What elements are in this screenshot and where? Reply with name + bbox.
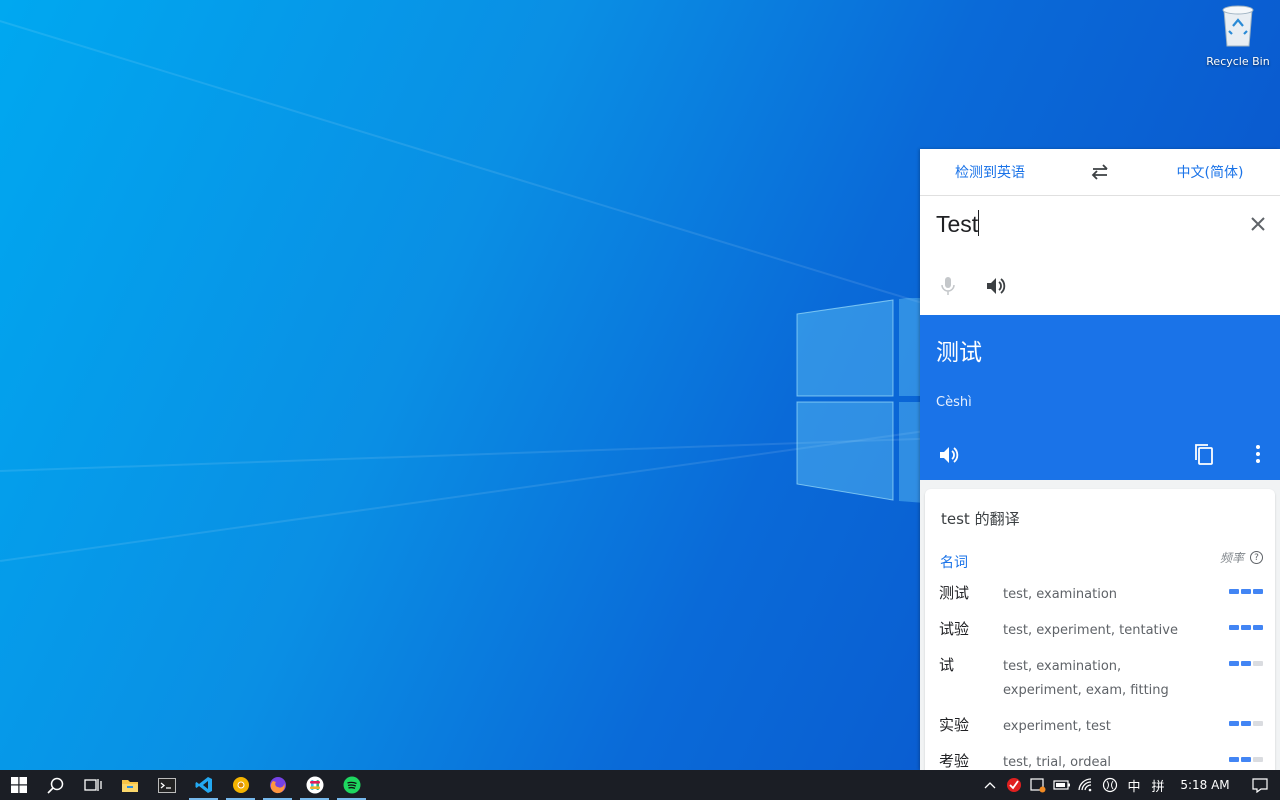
entry-meanings: test, examination, experiment, exam, fit… bbox=[1003, 659, 1169, 698]
terminal-button[interactable] bbox=[148, 770, 185, 800]
terminal-icon bbox=[157, 777, 176, 793]
source-language-button[interactable]: 检测到英语 bbox=[920, 162, 1060, 182]
frequency-bar bbox=[1253, 661, 1263, 666]
slack-icon bbox=[306, 776, 323, 794]
frequency-bar bbox=[1253, 589, 1263, 594]
app-badge-icon bbox=[1030, 778, 1046, 793]
chrome-icon bbox=[232, 777, 249, 793]
swap-icon bbox=[1091, 164, 1108, 180]
dictionary-title: test 的翻译 bbox=[941, 510, 1020, 528]
frequency-meter bbox=[1229, 721, 1263, 726]
clear-icon[interactable] bbox=[1250, 216, 1266, 232]
frequency-meter bbox=[1229, 589, 1263, 594]
slack-button[interactable] bbox=[296, 770, 333, 800]
frequency-meter bbox=[1229, 757, 1263, 762]
frequency-bar bbox=[1241, 661, 1251, 666]
microphone-icon[interactable] bbox=[940, 276, 956, 296]
target-language-button[interactable]: 中文(简体) bbox=[1140, 162, 1280, 182]
start-button[interactable] bbox=[0, 770, 37, 800]
action-center-button[interactable] bbox=[1240, 770, 1280, 800]
entry-meanings: test, experiment, tentative bbox=[1003, 623, 1178, 638]
frequency-bar bbox=[1241, 589, 1251, 594]
speaker-icon[interactable] bbox=[938, 445, 960, 465]
spotify-icon bbox=[343, 776, 360, 794]
entry-word: 试 bbox=[939, 656, 955, 674]
show-hidden-icons-button[interactable] bbox=[978, 770, 1002, 800]
part-of-speech-label: 名词 bbox=[940, 555, 968, 571]
notification-app-tray-button[interactable] bbox=[1026, 770, 1050, 800]
dictionary-card: test 的翻译 名词 频率 ? 测试 test, examination 试验 te… bbox=[925, 489, 1275, 770]
speaker-icon[interactable] bbox=[985, 276, 1007, 296]
frequency-label: 频率 bbox=[1219, 551, 1244, 565]
chevron-up-icon bbox=[984, 782, 996, 789]
frequency-meter bbox=[1229, 625, 1263, 630]
copy-icon[interactable] bbox=[1194, 443, 1214, 465]
vscode-icon bbox=[195, 777, 212, 793]
file-explorer-icon bbox=[121, 779, 138, 792]
translate-panel: 检测到英语 中文(简体) Test 测试 Cèshì test 的翻译 名词 频… bbox=[920, 149, 1280, 770]
windows-logo-light bbox=[796, 298, 925, 503]
entry-meanings: test, trial, ordeal bbox=[1003, 755, 1112, 770]
wifi-icon bbox=[1078, 778, 1092, 792]
entry-word: 实验 bbox=[939, 716, 970, 734]
frequency-bar bbox=[1253, 625, 1263, 630]
network-tray-button[interactable] bbox=[1074, 770, 1098, 800]
frequency-bar bbox=[1241, 757, 1251, 762]
frequency-bar bbox=[1253, 721, 1263, 726]
entry-meanings: test, examination bbox=[1003, 587, 1118, 602]
chrome-button[interactable] bbox=[222, 770, 259, 800]
source-text-input[interactable]: Test bbox=[936, 210, 980, 238]
entry-word: 考验 bbox=[939, 752, 970, 770]
frequency-bar bbox=[1253, 757, 1263, 762]
frequency-bar bbox=[1241, 625, 1251, 630]
taskbar: 中 拼 5:18 AM bbox=[0, 770, 1280, 800]
security-tray-button[interactable] bbox=[1002, 770, 1026, 800]
frequency-bar bbox=[1241, 721, 1251, 726]
text-caret bbox=[978, 210, 980, 236]
source-input-area[interactable]: Test bbox=[920, 196, 1280, 315]
swap-languages-button[interactable] bbox=[1060, 164, 1140, 180]
ime-mode-indicator[interactable]: 拼 bbox=[1146, 770, 1170, 800]
battery-icon bbox=[1053, 780, 1070, 790]
globe-icon bbox=[1102, 777, 1118, 793]
translation-output: 测试 Cèshì bbox=[920, 315, 1280, 480]
more-options-icon[interactable] bbox=[1254, 444, 1262, 464]
system-tray: 中 拼 5:18 AM bbox=[978, 770, 1280, 800]
file-explorer-button[interactable] bbox=[111, 770, 148, 800]
task-view-button[interactable] bbox=[74, 770, 111, 800]
frequency-meter bbox=[1229, 661, 1263, 666]
shield-icon bbox=[1007, 778, 1021, 792]
ime-language-indicator[interactable]: 中 bbox=[1122, 770, 1146, 800]
task-view-icon bbox=[83, 779, 102, 791]
spotify-button[interactable] bbox=[333, 770, 370, 800]
notification-icon bbox=[1252, 777, 1268, 793]
frequency-bar bbox=[1229, 625, 1239, 630]
frequency-bar bbox=[1229, 757, 1239, 762]
pinyin-text: Cèshì bbox=[936, 395, 972, 410]
entry-word: 试验 bbox=[939, 620, 970, 638]
firefox-button[interactable] bbox=[259, 770, 296, 800]
recycle-bin-label: Recycle Bin bbox=[1206, 55, 1270, 68]
start-windows-icon bbox=[10, 777, 27, 793]
volume-tray-button[interactable] bbox=[1098, 770, 1122, 800]
vscode-button[interactable] bbox=[185, 770, 222, 800]
recycle-bin-icon bbox=[1222, 5, 1254, 47]
translated-text: 测试 bbox=[936, 340, 982, 366]
clock[interactable]: 5:18 AM bbox=[1170, 778, 1240, 792]
search-icon bbox=[47, 777, 64, 794]
frequency-bar bbox=[1229, 661, 1239, 666]
language-bar: 检测到英语 中文(简体) bbox=[920, 149, 1280, 196]
frequency-bar bbox=[1229, 721, 1239, 726]
search-button[interactable] bbox=[37, 770, 74, 800]
firefox-icon bbox=[269, 777, 286, 794]
frequency-bar bbox=[1229, 589, 1239, 594]
entry-meanings: experiment, test bbox=[1003, 719, 1111, 734]
recycle-bin[interactable]: Recycle Bin bbox=[1205, 4, 1271, 68]
battery-tray-button[interactable] bbox=[1050, 770, 1074, 800]
entry-word: 测试 bbox=[939, 584, 970, 602]
frequency-header: 频率 ? bbox=[1220, 549, 1263, 566]
help-icon[interactable]: ? bbox=[1250, 551, 1263, 564]
